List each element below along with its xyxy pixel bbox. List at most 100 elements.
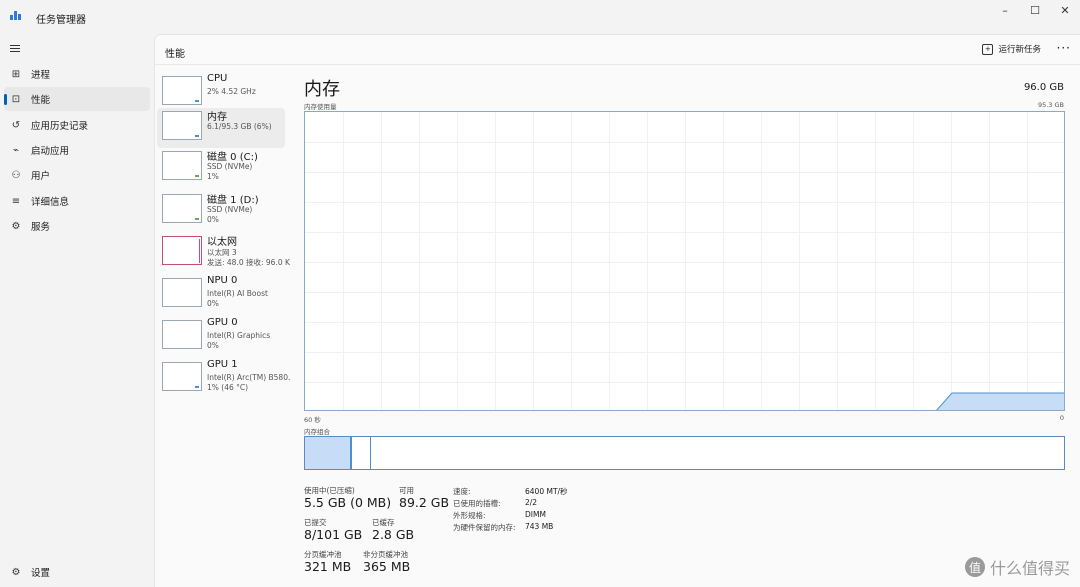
- resource-thumbnail: [162, 320, 202, 349]
- task-manager-logo-icon: [10, 11, 21, 20]
- close-button[interactable]: ✕: [1050, 0, 1080, 20]
- sidebar-item-label: 性能: [31, 95, 51, 106]
- spec-value-slots: 2/2: [525, 498, 538, 507]
- sidebar-item-label: 进程: [31, 70, 51, 81]
- sidebar-item-settings[interactable]: ⚙ 设置: [4, 560, 150, 584]
- spec-key-form-factor: 外形规格:: [453, 511, 486, 520]
- resource-usage: 1% (46 °C): [207, 383, 249, 392]
- resource-throughput: 发送: 48.0 接收: 96.0 K: [207, 258, 290, 267]
- resource-subtitle: 2% 4.52 GHz: [207, 87, 256, 96]
- paged-pool-value: 321 MB: [304, 559, 352, 574]
- resource-item-gpu-0[interactable]: GPU 0 Intel(R) Graphics 0%: [157, 317, 285, 357]
- sidebar-item-label: 应用历史记录: [31, 121, 89, 132]
- time-axis-right: 0: [1059, 414, 1064, 422]
- resource-thumbnail: [162, 194, 202, 223]
- resource-thumbnail: [162, 236, 202, 265]
- spec-key-hw-reserved: 为硬件保留的内存:: [453, 523, 516, 532]
- resource-subtitle: SSD (NVMe): [207, 162, 253, 171]
- memory-usage-area: [936, 392, 1064, 410]
- watermark-logo-icon: 值: [964, 557, 985, 577]
- resource-thumbnail: [162, 111, 202, 140]
- sidebar-item-processes[interactable]: ⊞ 进程: [4, 62, 150, 86]
- resource-item-disk-0[interactable]: 磁盘 0 (C:) SSD (NVMe) 1%: [157, 148, 285, 188]
- details-icon: ≡: [11, 195, 21, 207]
- minimize-button[interactable]: –: [990, 0, 1020, 20]
- run-new-task-button[interactable]: + 运行新任务: [982, 43, 1041, 55]
- composition-in-use: [305, 437, 351, 469]
- memory-usage-label: 内存使用量: [304, 103, 337, 111]
- hamburger-menu-icon[interactable]: [10, 44, 22, 54]
- in-use-value: 5.5 GB (0 MB): [304, 495, 392, 510]
- resource-name: 磁盘 0 (C:): [207, 152, 258, 163]
- app-history-icon: ↺: [11, 119, 21, 131]
- sidebar-item-startup-apps[interactable]: ⌁ 启动应用: [4, 138, 150, 162]
- sidebar-item-label: 详细信息: [31, 197, 70, 208]
- window-title: 任务管理器: [36, 15, 86, 26]
- resource-item-gpu-1[interactable]: GPU 1 Intel(R) Arc(TM) B580. 1% (46 °C): [157, 359, 290, 399]
- spec-value-hw-reserved: 743 MB: [525, 522, 554, 531]
- resource-subtitle: Intel(R) AI Boost: [207, 289, 268, 298]
- detail-title: 内存: [304, 79, 340, 100]
- resource-thumbnail: [162, 151, 202, 180]
- processes-icon: ⊞: [11, 68, 21, 80]
- memory-composition-label: 内存组合: [304, 428, 330, 436]
- sidebar-item-app-history[interactable]: ↺ 应用历史记录: [4, 113, 150, 137]
- sidebar-item-label: 服务: [31, 222, 51, 233]
- sidebar: ⊞ 进程 ⊡ 性能 ↺ 应用历史记录 ⌁ 启动应用 ⚇ 用户 ≡ 详细信息 ⚙ …: [0, 34, 154, 587]
- composition-standby: [352, 437, 371, 469]
- sidebar-item-label: 用户: [31, 171, 51, 182]
- active-indicator: [4, 94, 7, 105]
- resource-subtitle: SSD (NVMe): [207, 205, 253, 214]
- spec-value-speed: 6400 MT/秒: [525, 487, 568, 496]
- sidebar-item-performance[interactable]: ⊡ 性能: [4, 87, 150, 111]
- services-icon: ⚙: [11, 220, 21, 232]
- memory-composition-bar: [304, 436, 1065, 470]
- resource-subtitle: Intel(R) Graphics: [207, 331, 271, 340]
- resource-thumbnail: [162, 278, 202, 307]
- available-value: 89.2 GB: [399, 495, 450, 510]
- resource-subtitle: 6.1/95.3 GB (6%): [207, 122, 272, 131]
- resource-usage: 1%: [207, 172, 219, 181]
- resource-usage: 0%: [207, 215, 219, 224]
- watermark-text: 什么值得买: [989, 559, 1070, 578]
- performance-icon: ⊡: [11, 93, 21, 105]
- memory-usage-graph: [304, 111, 1065, 411]
- resource-usage: 0%: [207, 299, 219, 308]
- total-capacity: 96.0 GB: [1023, 82, 1064, 93]
- resource-thumbnail: [162, 362, 202, 391]
- sidebar-item-users[interactable]: ⚇ 用户: [4, 163, 150, 187]
- resource-item-cpu[interactable]: CPU 2% 4.52 GHz: [157, 73, 285, 113]
- resource-item-memory[interactable]: 内存 6.1/95.3 GB (6%): [157, 108, 285, 148]
- memory-usage-max: 95.3 GB: [1037, 101, 1064, 109]
- title-bar: 任务管理器 – ☐ ✕: [0, 0, 1080, 34]
- resource-name: CPU: [207, 73, 228, 84]
- sidebar-item-label: 设置: [31, 568, 51, 579]
- more-options-button[interactable]: ···: [1057, 41, 1071, 55]
- resource-name: 磁盘 1 (D:): [207, 195, 259, 206]
- users-icon: ⚇: [11, 169, 21, 181]
- spec-key-speed: 速度:: [453, 487, 471, 496]
- settings-gear-icon: ⚙: [11, 566, 21, 578]
- resource-item-ethernet[interactable]: 以太网 以太网 3 发送: 48.0 接收: 96.0 K: [157, 233, 290, 273]
- sidebar-item-services[interactable]: ⚙ 服务: [4, 214, 150, 238]
- run-new-task-label: 运行新任务: [998, 45, 1041, 55]
- content-header: 性能 + 运行新任务 ···: [155, 35, 1080, 65]
- main-content: 性能 + 运行新任务 ··· CPU 2% 4.52 GHz 内存 6.1/95…: [154, 34, 1080, 587]
- resource-thumbnail: [162, 76, 202, 105]
- sidebar-item-label: 启动应用: [31, 146, 70, 157]
- maximize-button[interactable]: ☐: [1020, 0, 1050, 20]
- nonpaged-pool-value: 365 MB: [363, 559, 411, 574]
- resource-subtitle: Intel(R) Arc(TM) B580.: [207, 373, 291, 382]
- spec-key-slots: 已使用的插槽:: [453, 499, 501, 508]
- run-task-icon: +: [982, 43, 994, 55]
- resource-name: 内存: [207, 112, 227, 123]
- resource-usage: 0%: [207, 341, 219, 350]
- resource-item-npu-0[interactable]: NPU 0 Intel(R) AI Boost 0%: [157, 275, 285, 315]
- committed-value: 8/101 GB: [304, 527, 363, 542]
- page-title: 性能: [165, 49, 185, 60]
- resource-item-disk-1[interactable]: 磁盘 1 (D:) SSD (NVMe) 0%: [157, 191, 285, 231]
- sidebar-item-details[interactable]: ≡ 详细信息: [4, 189, 150, 213]
- time-axis-left: 60 秒: [304, 416, 321, 424]
- cached-value: 2.8 GB: [372, 527, 415, 542]
- resource-name: GPU 1: [207, 359, 238, 370]
